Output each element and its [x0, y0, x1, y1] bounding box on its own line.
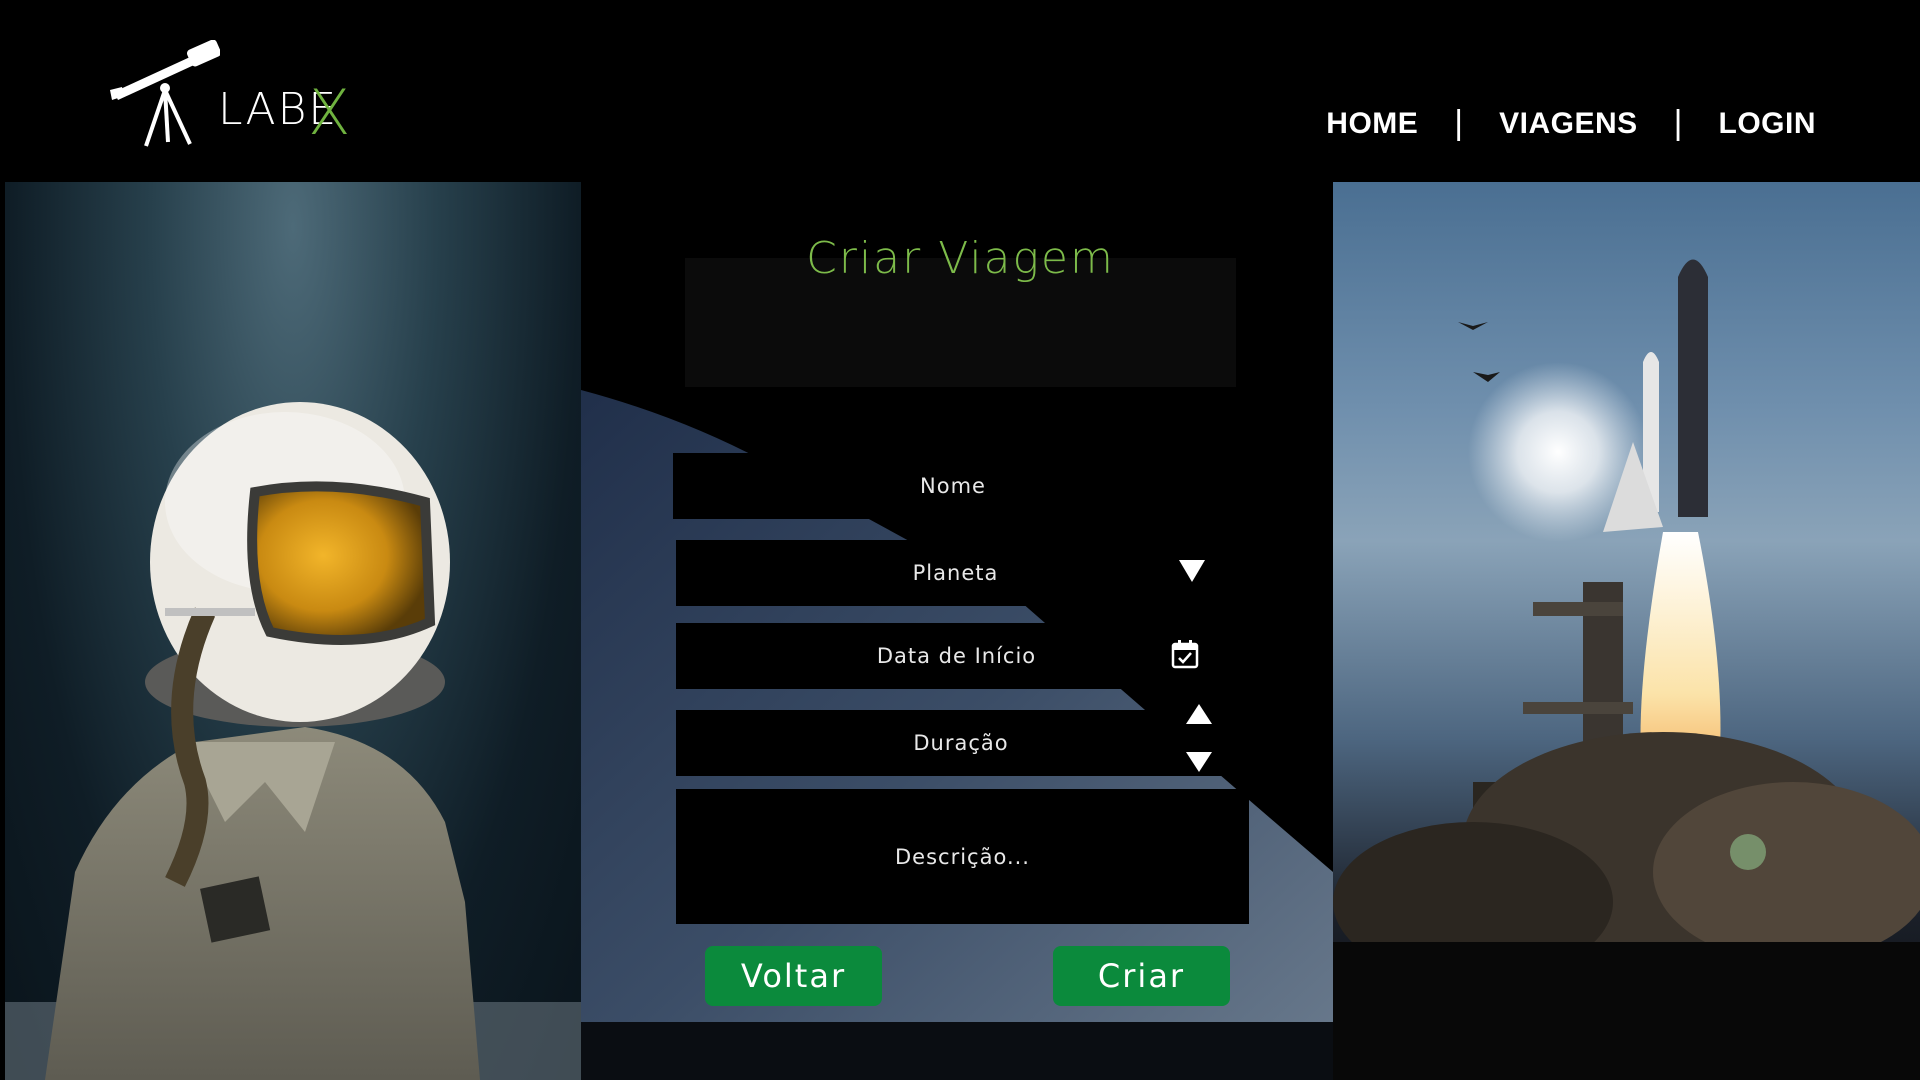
arrow-up-icon[interactable] — [1186, 704, 1212, 729]
back-button[interactable]: Voltar — [705, 946, 882, 1006]
calendar-icon[interactable] — [1171, 639, 1199, 674]
duration-stepper[interactable]: Duração — [676, 704, 1246, 777]
logo-accent: X — [308, 76, 351, 149]
planet-select[interactable]: Planeta — [676, 540, 1235, 606]
telescope-icon — [110, 40, 220, 147]
duration-placeholder: Duração — [913, 731, 1009, 755]
create-button[interactable]: Criar — [1053, 946, 1230, 1006]
chevron-down-icon[interactable] — [1179, 559, 1205, 587]
main-nav: HOME | VIAGENS | LOGIN — [1326, 104, 1816, 143]
nav-home[interactable]: HOME — [1326, 107, 1418, 141]
labex-logo[interactable]: LABE X — [110, 40, 370, 150]
nav-separator: | — [1673, 104, 1683, 142]
planet-placeholder: Planeta — [912, 561, 999, 585]
nav-viagens[interactable]: VIAGENS — [1499, 107, 1638, 141]
top-header: LABE X HOME | VIAGENS | LOGIN — [0, 0, 1920, 182]
arrow-down-icon[interactable] — [1186, 752, 1212, 777]
description-textarea[interactable]: Descrição... — [676, 789, 1249, 924]
shuttle-launch-photo — [1333, 182, 1920, 1080]
description-placeholder: Descrição... — [895, 844, 1030, 869]
nav-separator: | — [1454, 104, 1464, 142]
name-field[interactable]: Nome — [673, 453, 1233, 519]
name-placeholder: Nome — [920, 474, 986, 498]
start-date-placeholder: Data de Início — [876, 644, 1037, 668]
start-date-field[interactable]: Data de Início — [676, 623, 1237, 689]
nav-login[interactable]: LOGIN — [1719, 107, 1817, 141]
page-title: Criar Viagem — [806, 233, 1115, 284]
astronaut-photo — [5, 182, 581, 1080]
